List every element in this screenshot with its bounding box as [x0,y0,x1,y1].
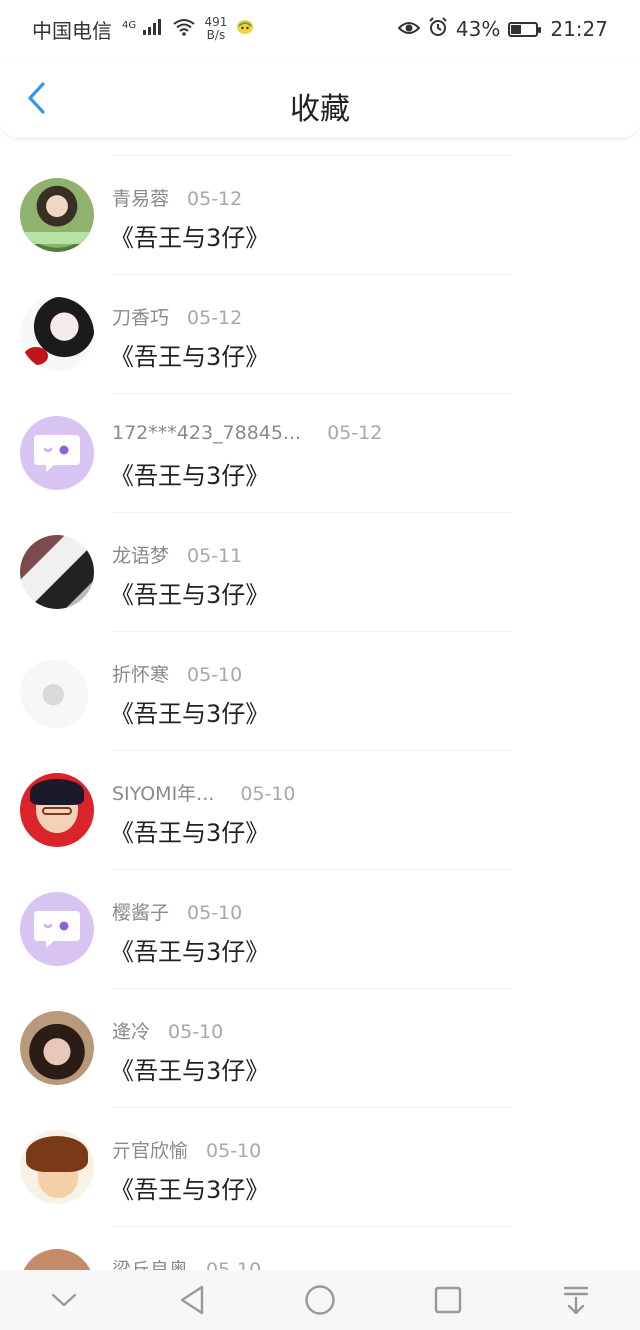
user-name[interactable]: 樱酱子 [112,902,169,924]
favorites-list[interactable]: 青易蓉 05-12 《吾王与3仔》 刀香巧 05-12 《吾王与3仔》 172***… [0,155,640,1270]
item-meta: 折怀寒 05-10 [112,660,242,687]
avatar[interactable] [20,1130,94,1204]
collapse-button[interactable] [34,1275,94,1325]
alarm-icon [428,16,448,42]
date: 05-10 [168,1021,224,1043]
date: 05-10 [187,664,243,686]
item-meta: 172***423_78845... 05-12 [112,422,382,444]
signal-icon: 4G [120,17,164,41]
wifi-icon [172,17,196,41]
user-name[interactable]: SIYOMI年... [112,783,214,805]
list-item[interactable]: 龙语梦 05-11 《吾王与3仔》 [0,513,640,632]
notification-pull-icon [563,1286,589,1315]
book-title[interactable]: 《吾王与3仔》 [110,218,269,253]
battery-percent: 43% [455,17,501,41]
date: 05-10 [206,1259,262,1270]
user-name[interactable]: 梁丘良奥 [112,1259,188,1270]
item-meta: 樱酱子 05-10 [112,898,242,925]
avatar[interactable] [20,1011,94,1085]
avatar[interactable] [20,297,94,371]
page-title: 收藏 [290,92,350,127]
default-avatar-chat-icon [34,911,80,948]
list-item[interactable]: 青易蓉 05-12 《吾王与3仔》 [0,156,640,275]
default-avatar-chat-icon [34,435,80,472]
user-name[interactable]: 亓官欣愉 [112,1140,188,1162]
app-notification-icon [235,17,255,41]
item-meta: 逄冷 05-10 [112,1017,223,1044]
network-speed: 491 B/s [204,16,227,42]
status-right: 43% 21:27 [397,16,608,42]
avatar[interactable] [20,535,94,609]
avatar[interactable] [20,1249,94,1270]
avatar[interactable] [20,773,94,847]
carrier-name: 中国电信 [32,18,112,43]
book-title[interactable]: 《吾王与3仔》 [110,337,269,372]
eye-comfort-icon [397,17,421,41]
date: 05-12 [187,188,243,210]
list-item[interactable]: 逄冷 05-10 《吾王与3仔》 [0,989,640,1108]
list-item[interactable]: 172***423_78845... 05-12 《吾王与3仔》 [0,394,640,513]
avatar[interactable] [20,892,94,966]
avatar[interactable] [20,178,94,252]
book-title[interactable]: 《吾王与3仔》 [110,694,269,729]
item-meta: 青易蓉 05-12 [112,184,242,211]
user-name[interactable]: 刀香巧 [112,307,169,329]
recent-square-icon [434,1286,462,1314]
speed-unit: B/s [206,28,226,42]
nav-recent-button[interactable] [418,1275,478,1325]
book-title[interactable]: 《吾王与3仔》 [110,456,269,491]
date: 05-11 [187,545,243,567]
nav-home-button[interactable] [290,1275,350,1325]
date: 05-10 [240,783,296,805]
list-item[interactable]: 刀香巧 05-12 《吾王与3仔》 [0,275,640,394]
list-item[interactable]: 亓官欣愉 05-10 《吾王与3仔》 [0,1108,640,1227]
user-name[interactable]: 逄冷 [112,1021,150,1043]
book-title[interactable]: 《吾王与3仔》 [110,1170,269,1205]
battery-icon [508,21,542,37]
book-title[interactable]: 《吾王与3仔》 [110,813,269,848]
list-item[interactable]: 梁丘良奥 05-10 [0,1227,640,1270]
user-name[interactable]: 青易蓉 [112,188,169,210]
page-header: 收藏 [0,58,640,139]
back-triangle-icon [180,1285,204,1315]
item-meta: 亓官欣愉 05-10 [112,1136,261,1163]
item-meta: SIYOMI年... 05-10 [112,779,296,806]
avatar[interactable] [20,416,94,490]
date: 05-12 [187,307,243,329]
item-meta: 梁丘良奥 05-10 [112,1255,261,1270]
user-name[interactable]: 龙语梦 [112,545,169,567]
book-title[interactable]: 《吾王与3仔》 [110,932,269,967]
item-meta: 刀香巧 05-12 [112,303,242,330]
clock: 21:27 [550,17,608,41]
speed-value: 491 [204,15,228,29]
user-name[interactable]: 172***423_78845... [112,422,301,444]
status-left: 中国电信 4G 491 B/s [32,15,255,44]
book-title[interactable]: 《吾王与3仔》 [110,575,269,610]
home-circle-icon [305,1285,335,1315]
list-item[interactable]: SIYOMI年... 05-10 《吾王与3仔》 [0,751,640,870]
date: 05-10 [187,902,243,924]
list-item[interactable]: 折怀寒 05-10 《吾王与3仔》 [0,632,640,751]
chevron-down-icon [51,1293,77,1307]
network-type: 4G [122,20,137,32]
item-meta: 龙语梦 05-11 [112,541,242,568]
book-title[interactable]: 《吾王与3仔》 [110,1051,269,1086]
date: 05-10 [206,1140,262,1162]
list-item[interactable]: 樱酱子 05-10 《吾王与3仔》 [0,870,640,989]
date: 05-12 [327,422,383,444]
status-bar: 中国电信 4G 491 B/s 43% 21:27 [0,0,640,58]
avatar[interactable] [20,654,94,728]
user-name[interactable]: 折怀寒 [112,664,169,686]
nav-notification-button[interactable] [546,1275,606,1325]
nav-back-button[interactable] [162,1275,222,1325]
system-nav-bar [0,1270,640,1330]
